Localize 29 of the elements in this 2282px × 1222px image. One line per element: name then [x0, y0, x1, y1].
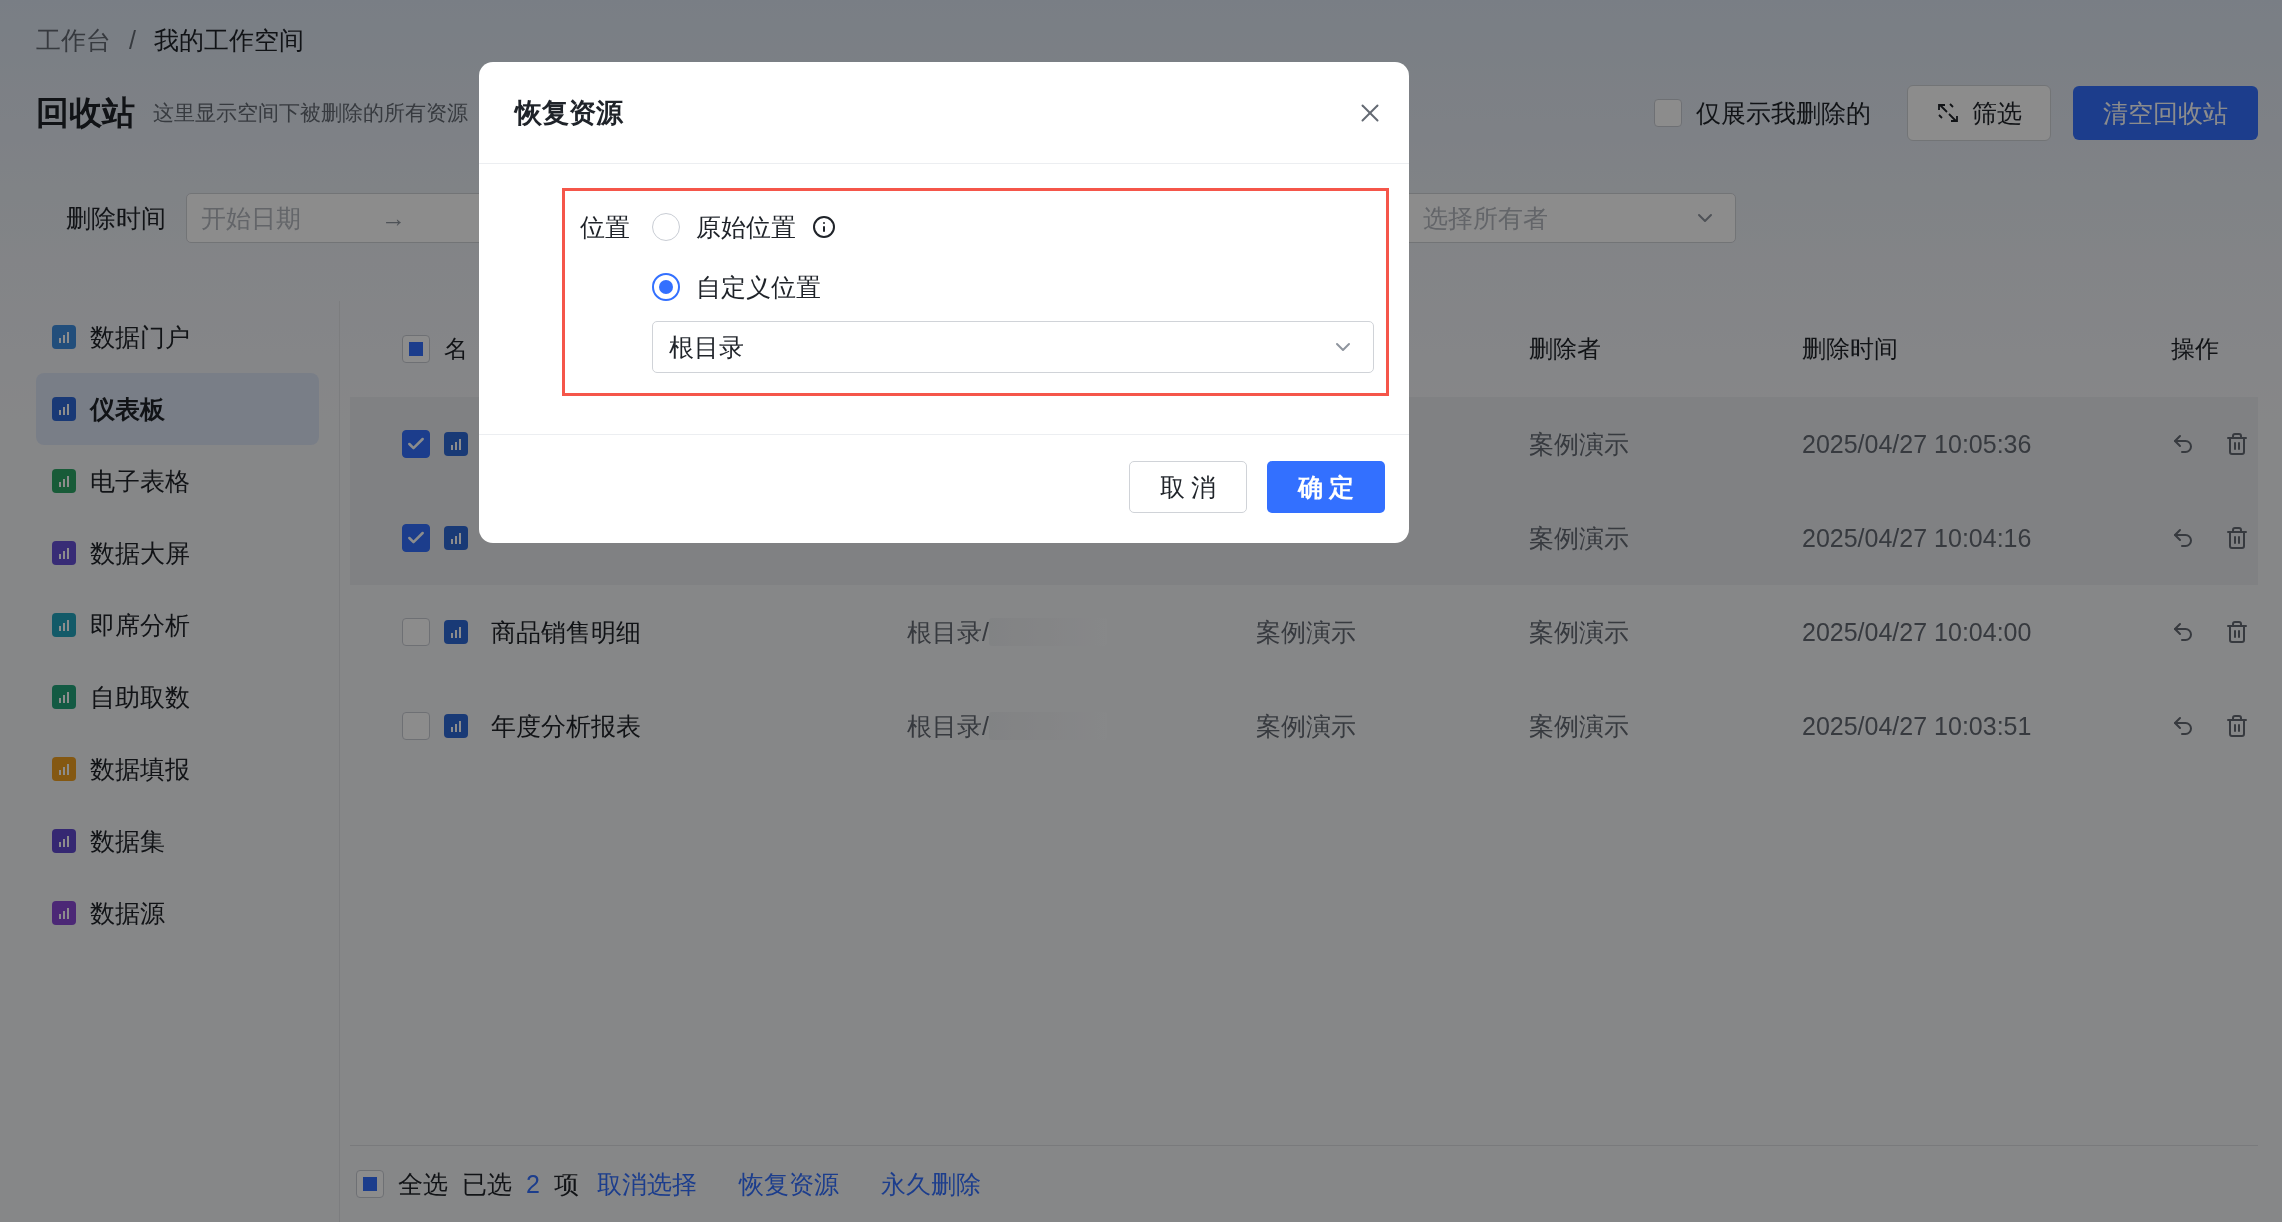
select-all-label: 全选 — [398, 1168, 448, 1200]
column-header: 名 — [444, 335, 468, 362]
field-label: 位置 — [580, 211, 631, 243]
page-title: 回收站 — [36, 92, 135, 133]
owner-cell-text: 案例演示 — [1256, 710, 1357, 742]
deleted-by-cell-text: 案例演示 — [1529, 522, 1630, 554]
selected-unit: 项 — [553, 1168, 579, 1200]
selected-label: 已选 — [462, 1168, 512, 1200]
column-header: 删除者 — [1529, 334, 1602, 364]
resource-path: 根目录/ — [907, 710, 989, 742]
column-header: 操作 — [2170, 334, 2220, 364]
deleted-by-cell-text: 案例演示 — [1529, 710, 1630, 742]
dialog-title: 恢复资源 — [515, 96, 623, 130]
selected-count: 2 — [526, 1169, 540, 1199]
deleted-by-cell-text: 案例演示 — [1529, 428, 1630, 460]
deleted-time-cell-text: 2025/04/27 10:04:00 — [1802, 617, 2033, 647]
deleted-time-cell-text: 2025/04/27 10:04:16 — [1802, 523, 2033, 553]
radio-label: 原始位置 — [696, 211, 796, 243]
owner-cell-text: 案例演示 — [1256, 616, 1357, 648]
deleted-time-cell-text: 2025/04/27 10:05:36 — [1802, 429, 2033, 459]
breadcrumb-separator: / — [129, 25, 136, 55]
column-header: 删除时间 — [1802, 334, 1899, 364]
deleted-by-cell-text: 案例演示 — [1529, 616, 1630, 648]
deleted-time-cell-text: 2025/04/27 10:03:51 — [1802, 711, 2033, 741]
filter-label: 删除时间 — [66, 202, 166, 234]
page-subtitle: 这里显示空间下被删除的所有资源 — [153, 100, 468, 126]
radio-label: 自定义位置 — [696, 271, 821, 303]
checkbox-label: 仅展示我删除的 — [1696, 97, 1871, 129]
resource-path: 根目录/ — [907, 616, 989, 648]
